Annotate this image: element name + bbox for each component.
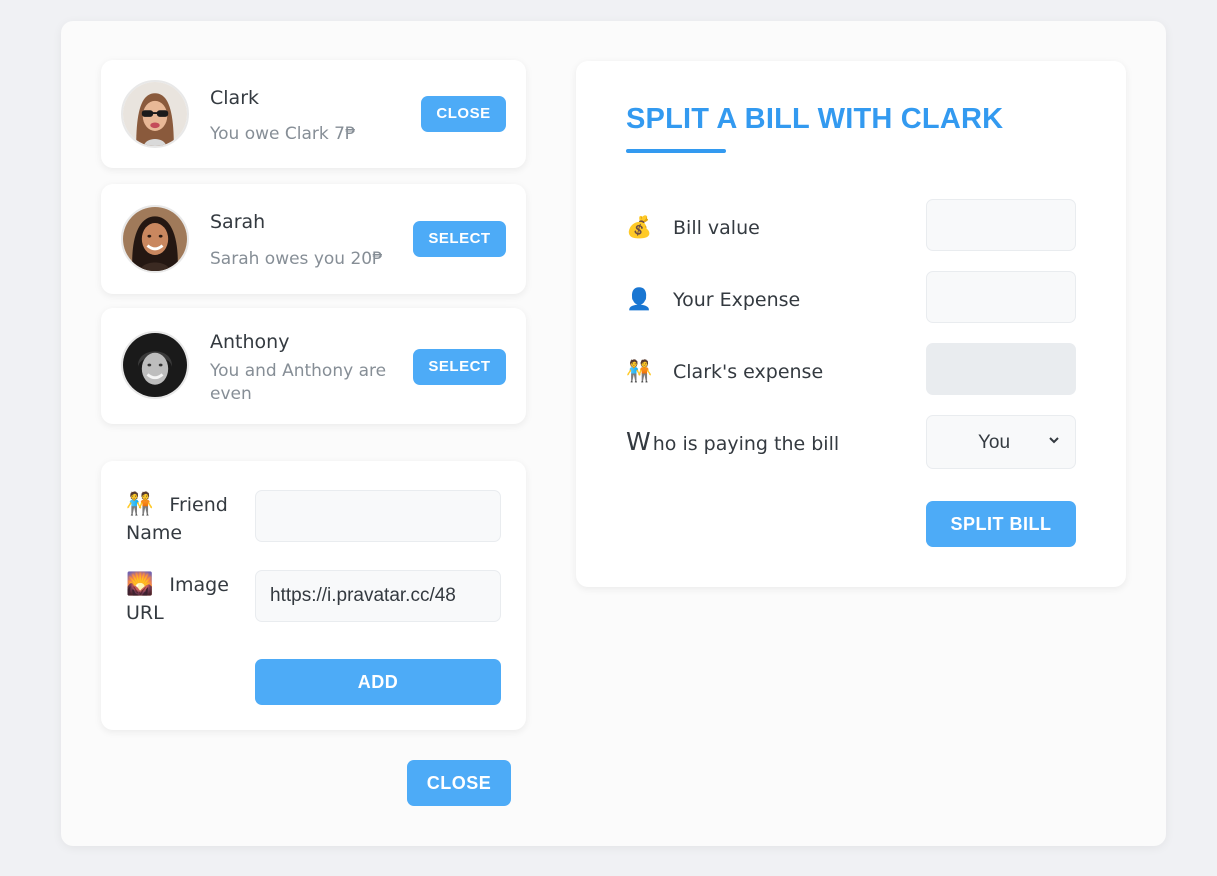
money-bag-icon: 💰	[626, 215, 653, 239]
bill-value-input[interactable]	[926, 199, 1076, 251]
bill-value-label-text: Bill value	[673, 217, 760, 239]
friend-expense-label-text: Clark's expense	[673, 361, 824, 383]
image-url-label: 🌄 Image URL	[126, 571, 246, 627]
title-underline	[626, 149, 726, 153]
payer-label: Who is paying the bill	[626, 427, 839, 456]
select-friend-button[interactable]: SELECT	[413, 221, 506, 257]
friend-balance-status: You and Anthony are even	[210, 361, 387, 404]
friend-balance-status: Sarah owes you 20₱	[210, 249, 383, 269]
your-expense-label-text: Your Expense	[673, 289, 801, 311]
friend-name-label: 🧑‍🤝‍🧑 Friend Name	[126, 491, 246, 547]
close-form-button[interactable]: CLOSE	[407, 760, 511, 806]
avatar-image	[123, 82, 187, 146]
add-friend-form: 🧑‍🤝‍🧑Friend Name 🌄Image URL ADD	[101, 461, 526, 730]
your-expense-input[interactable]	[926, 271, 1076, 323]
person-silhouette-icon: 👤	[626, 287, 653, 311]
select-friend-button[interactable]: SELECT	[413, 349, 506, 385]
friend-expense-input	[926, 343, 1076, 395]
close-friend-button[interactable]: CLOSE	[421, 96, 506, 132]
avatar-image	[123, 333, 187, 397]
avatar	[121, 331, 189, 399]
split-bill-button[interactable]: SPLIT BILL	[926, 501, 1076, 547]
app-container: Clark You owe Clark 7₱ CLOSE Sarah Sarah…	[61, 21, 1166, 846]
friend-card-anthony: Anthony You and Anthony are even SELECT	[101, 308, 526, 424]
payer-select[interactable]: You	[926, 415, 1076, 469]
bill-value-label: 💰 Bill value	[626, 215, 760, 240]
avatar	[121, 80, 189, 148]
people-holding-hands-icon: 🧑‍🤝‍🧑	[126, 492, 154, 517]
friend-expense-label: 🧑‍🤝‍🧑 Clark's expense	[626, 359, 823, 384]
add-friend-button[interactable]: ADD	[255, 659, 501, 705]
image-url-input[interactable]	[255, 570, 501, 622]
split-form-title: SPLIT A BILL WITH CLARK	[626, 103, 1004, 135]
avatar	[121, 205, 189, 273]
payer-label-initial: W	[626, 427, 651, 456]
chevron-down-icon	[1049, 437, 1059, 444]
picture-icon: 🌄	[126, 572, 154, 597]
friend-name-input[interactable]	[255, 490, 501, 542]
friend-name: Sarah	[210, 211, 266, 233]
split-bill-form: SPLIT A BILL WITH CLARK 💰 Bill value 👤 You…	[576, 61, 1126, 587]
avatar-image	[123, 207, 187, 271]
friend-card-clark: Clark You owe Clark 7₱ CLOSE	[101, 60, 526, 168]
friend-balance-status: You owe Clark 7₱	[210, 124, 356, 144]
friend-name: Anthony	[210, 331, 290, 353]
payer-selected-value: You	[978, 432, 1011, 453]
friend-card-sarah: Sarah Sarah owes you 20₱ SELECT	[101, 184, 526, 294]
your-expense-label: 👤 Your Expense	[626, 287, 800, 312]
people-holding-hands-icon: 🧑‍🤝‍🧑	[626, 359, 653, 383]
payer-label-text: ho is paying the bill	[652, 433, 840, 455]
friend-name: Clark	[210, 87, 260, 109]
